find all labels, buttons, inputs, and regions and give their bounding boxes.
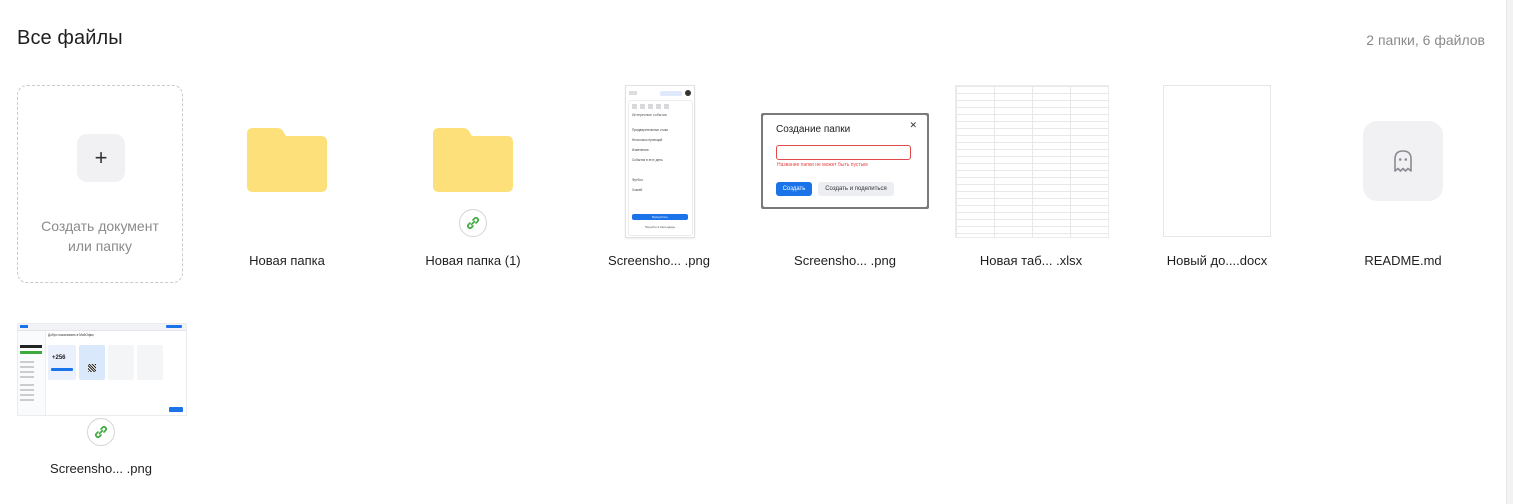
thumb-menu-footer: Перейти в Календарь [644, 225, 676, 229]
file-name: README.md [1364, 253, 1442, 268]
create-label-line1: Создать документ [41, 218, 159, 234]
image-thumbnail: Добро пожаловать в МойОфис +256 [17, 323, 187, 416]
thumb-dashboard-value: +256 [52, 355, 66, 361]
thumb-menu-item: Хоккей [632, 188, 643, 192]
create-document-or-folder-button[interactable]: + Создать документ или папку [17, 85, 183, 283]
file-tile-document[interactable]: Новый до....docx [1133, 85, 1301, 285]
shared-link-icon [459, 209, 487, 237]
create-label-line2: или папку [68, 238, 132, 254]
thumb-menu-item: Предварительные стоки [632, 128, 668, 132]
thumb-dialog-create-button: Создать [776, 182, 812, 196]
file-tile-folder[interactable]: Новая папка (1) [389, 85, 557, 285]
thumb-dialog-title: Создание папки [776, 124, 851, 135]
thumb-dashboard-heading: Добро пожаловать в МойОфис [48, 333, 94, 337]
items-count: 2 папки, 6 файлов [1366, 32, 1485, 48]
file-name: Новая папка (1) [425, 253, 521, 268]
file-name: Новый до....docx [1166, 253, 1268, 268]
spreadsheet-thumbnail [955, 85, 1109, 238]
thumb-dialog-share-button: Создать и поделиться [818, 182, 894, 196]
folder-icon [247, 128, 327, 192]
file-name: Screensho... .png [794, 253, 896, 268]
plus-icon: + [77, 134, 125, 182]
ghost-icon [1363, 121, 1443, 201]
folder-icon [433, 128, 513, 192]
thumb-menu-item: События в этот день [632, 158, 663, 162]
image-thumbnail: Создание папки ✕ Название папки не может… [761, 113, 929, 209]
create-label: Создать документ или папку [18, 216, 182, 256]
thumb-menu-heading: Интересные события [632, 113, 667, 117]
shared-link-icon [87, 418, 115, 446]
thumb-menu-item: Футбол [632, 178, 643, 182]
document-thumbnail [1163, 85, 1271, 237]
page-title: Все файлы [17, 27, 123, 49]
thumb-menu-item: Несколько проекций [632, 138, 663, 142]
file-tile-spreadsheet[interactable]: Новая таб... .xlsx [947, 85, 1115, 285]
file-name: Screensho... .png [50, 461, 152, 476]
thumb-menu-button: Пропустить [632, 214, 688, 220]
scrollbar-track[interactable] [1506, 0, 1513, 504]
file-tile-image[interactable]: Интересные события Предварительные стоки… [575, 85, 743, 285]
thumb-dialog-error: Название папки не может быть пустым [777, 162, 868, 168]
file-name: Новая таб... .xlsx [979, 253, 1083, 268]
file-name: Screensho... .png [608, 253, 710, 268]
file-tile-folder[interactable]: Новая папка [203, 85, 371, 285]
thumb-dialog-input [776, 145, 911, 160]
file-tile-markdown[interactable]: README.md [1319, 85, 1487, 285]
file-tile-image[interactable]: Добро пожаловать в МойОфис +256 Screensh… [17, 323, 187, 483]
file-tile-image[interactable]: Создание папки ✕ Название папки не может… [761, 85, 929, 285]
file-name: Новая папка [249, 253, 325, 268]
close-icon: ✕ [909, 120, 917, 130]
image-thumbnail: Интересные события Предварительные стоки… [625, 85, 695, 238]
thumb-menu-item: Изменения [632, 148, 649, 152]
